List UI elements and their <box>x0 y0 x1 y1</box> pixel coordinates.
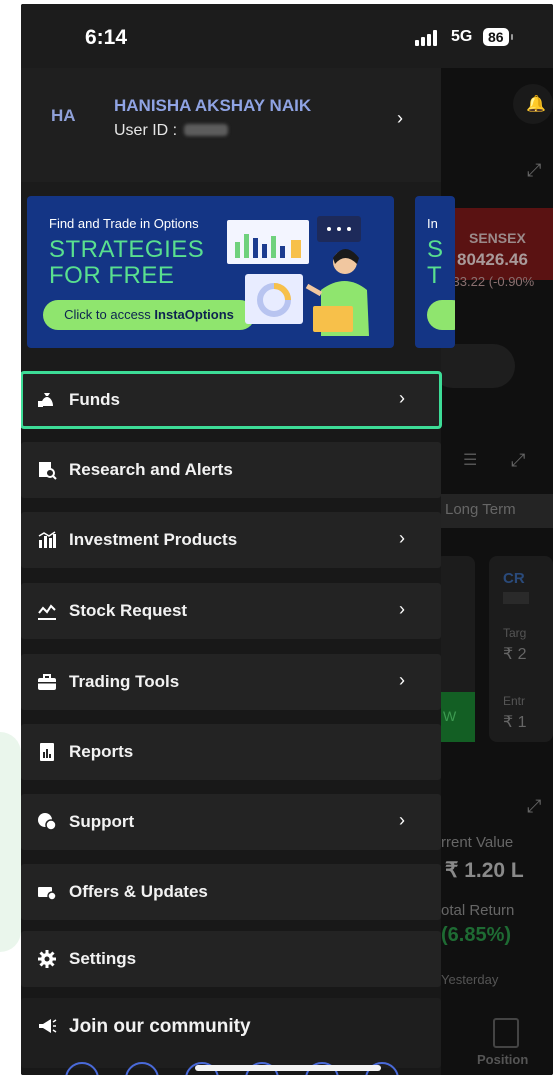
card-button: W <box>435 692 475 742</box>
chevron-right-icon: › <box>397 108 403 128</box>
research-icon <box>39 462 57 480</box>
current-value: ₹ 1.20 L <box>445 859 524 882</box>
user-id-value-blurred <box>184 124 228 136</box>
social-icon[interactable] <box>65 1062 99 1075</box>
phone-screen: 6:14 5G 86 🔔 ⤢ SENSEX 80426.46 -733.22 (… <box>21 4 553 1075</box>
background-pill <box>431 344 515 388</box>
banner-line3: FOR FREE <box>49 262 175 289</box>
card-title: CR <box>503 570 525 587</box>
money-bag-icon <box>38 393 53 407</box>
idea-card: CR Targ ₹ 2 Entr ₹ 1 <box>489 556 553 742</box>
card-entry-value: ₹ 1 <box>503 714 527 731</box>
position-label: Position <box>477 1052 529 1067</box>
position-icon <box>493 1018 519 1048</box>
banner-cta-button[interactable] <box>427 300 455 330</box>
promo-banner[interactable]: In S T <box>415 196 455 348</box>
chat-icon <box>38 813 57 831</box>
chevron-right-icon: › <box>399 388 405 408</box>
idea-card: W <box>435 556 475 742</box>
user-id-label: User ID : <box>114 122 178 139</box>
card-target-value: ₹ 2 <box>503 646 527 663</box>
expand-icon: ⤢ <box>527 796 542 816</box>
current-value-label: rrent Value <box>441 834 514 851</box>
chevron-right-icon: › <box>399 670 405 690</box>
chart-icon <box>38 531 56 548</box>
status-time: 6:14 <box>85 26 128 49</box>
menu-item-investment-products[interactable]: Investment Products › <box>21 512 441 568</box>
trader-illustration-icon <box>227 216 369 336</box>
menu-item-stock-request[interactable]: Stock Request › <box>21 583 441 639</box>
offer-icon <box>38 887 57 901</box>
menu-item-reports[interactable]: Reports <box>21 724 441 780</box>
filter-icon: ☰ <box>463 452 478 469</box>
banner-line1: Find and Trade in Options <box>49 216 199 231</box>
status-bar: 6:14 5G 86 <box>21 4 553 68</box>
signal-icon <box>415 30 441 46</box>
user-name: HANISHA AKSHAY NAIK <box>114 96 312 115</box>
index-card: SENSEX 80426.46 -733.22 (-0.90% <box>441 208 553 289</box>
total-return: (6.85%) <box>441 924 512 946</box>
menu-item-settings[interactable]: Settings <box>21 931 441 987</box>
chevron-right-icon: › <box>399 810 405 830</box>
avatar: HA <box>51 106 76 125</box>
briefcase-icon <box>38 674 56 690</box>
social-icon[interactable] <box>125 1062 159 1075</box>
expand-icon: ⤢ <box>527 160 542 180</box>
index-value: 80426.46 <box>457 250 528 269</box>
expand-icon: ⤢ <box>511 450 526 470</box>
promo-carousel: Find and Trade in Options STRATEGIES FOR… <box>21 182 455 372</box>
card-badge <box>503 592 529 604</box>
tab-long-term: Long Term <box>441 494 553 528</box>
stock-chart-icon <box>38 604 56 620</box>
menu-item-offers-and-updates[interactable]: Offers & Updates <box>21 864 441 920</box>
report-icon <box>40 743 54 761</box>
menu-item-funds[interactable]: Funds › <box>21 371 442 429</box>
banner-line2: STRATEGIES <box>49 236 205 263</box>
navigation-drawer: HA HANISHA AKSHAY NAIK User ID : › Find … <box>21 68 455 1075</box>
chevron-right-icon: › <box>399 599 405 619</box>
megaphone-icon <box>39 1019 57 1033</box>
promo-banner[interactable]: Find and Trade in Options STRATEGIES FOR… <box>27 196 394 348</box>
notification-button: 🔔 <box>513 84 553 124</box>
battery-icon: 86 <box>483 28 513 46</box>
menu-item-research-and-alerts[interactable]: Research and Alerts <box>21 442 441 498</box>
background-decoration <box>0 732 21 952</box>
menu-item-trading-tools[interactable]: Trading Tools › <box>21 654 441 710</box>
card-entry-label: Entr <box>503 694 526 708</box>
bell-icon: 🔔 <box>526 96 546 113</box>
gear-icon <box>38 950 56 968</box>
background-app: 🔔 ⤢ SENSEX 80426.46 -733.22 (-0.90% ☰ ⤢ … <box>431 68 553 1075</box>
chevron-right-icon: › <box>399 528 405 548</box>
total-return-label: otal Return <box>441 902 515 919</box>
index-name: SENSEX <box>469 230 526 246</box>
profile-header[interactable]: HA HANISHA AKSHAY NAIK User ID : › <box>21 68 441 182</box>
home-indicator <box>195 1065 381 1071</box>
menu-item-support[interactable]: Support › <box>21 794 441 850</box>
card-target-label: Targ <box>503 626 527 640</box>
yesterday-label: Yesterday <box>441 972 499 987</box>
network-type: 5G <box>451 28 473 45</box>
